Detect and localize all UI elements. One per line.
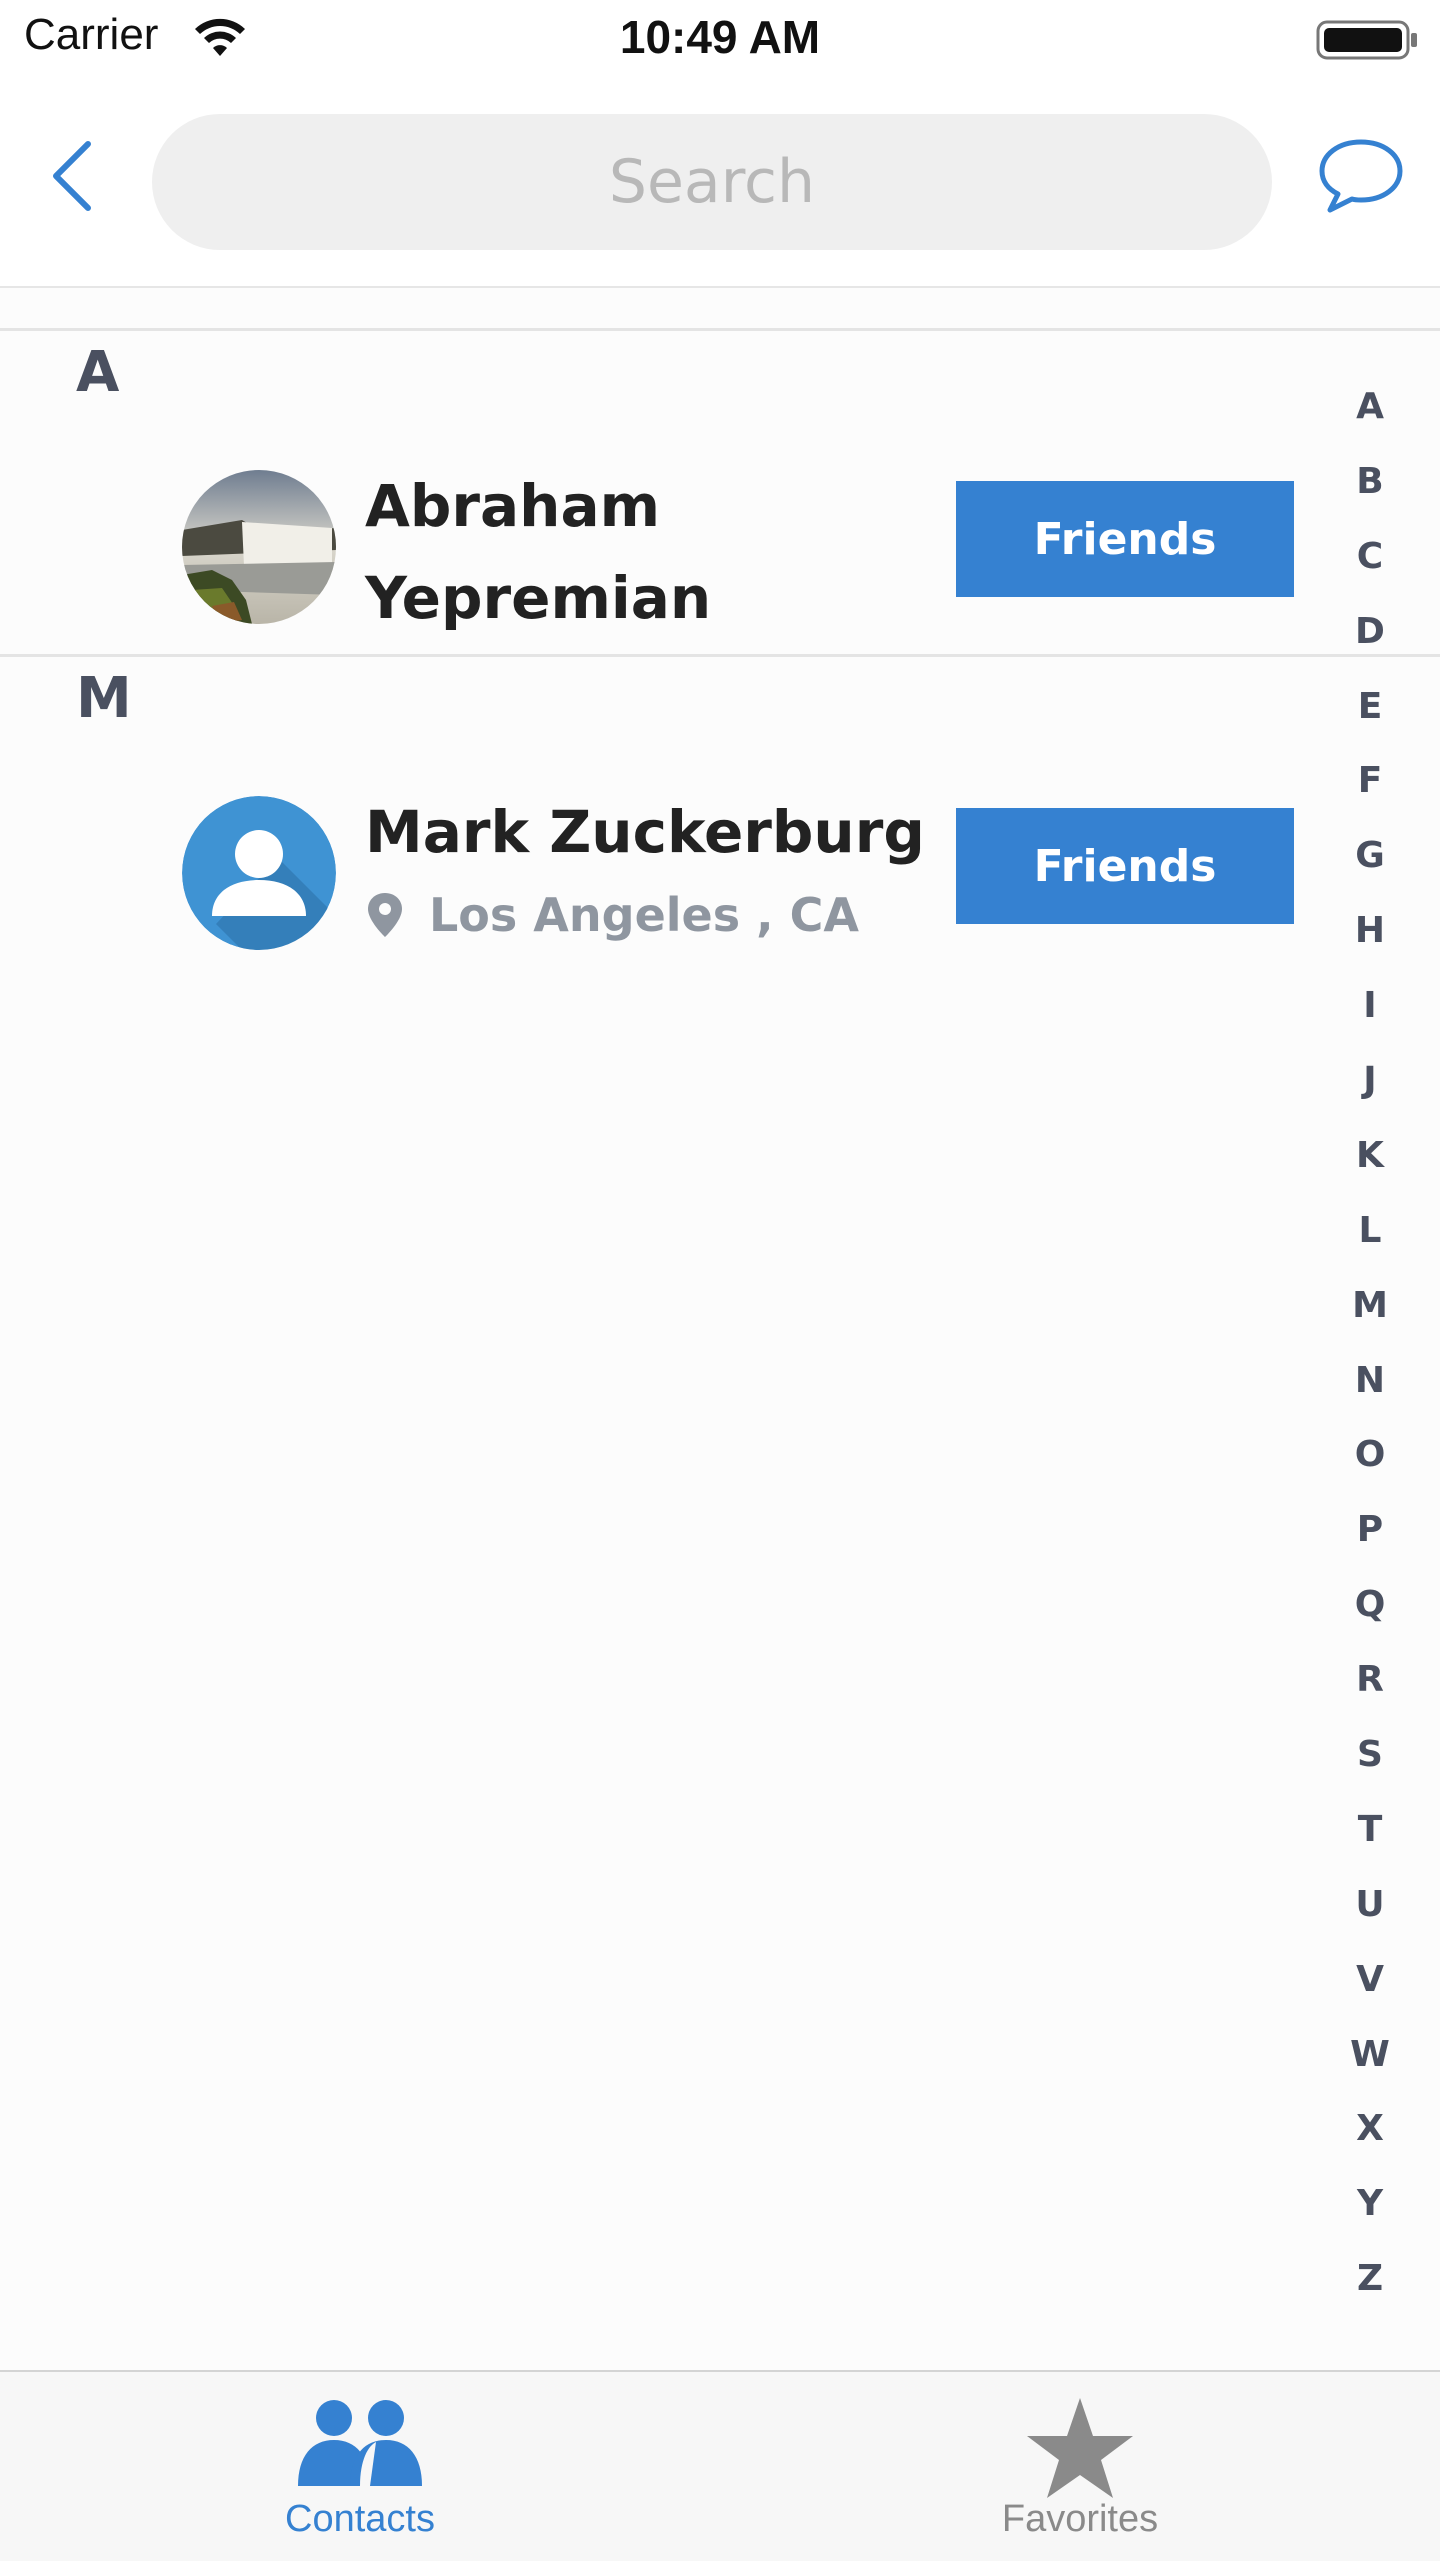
- location-pin-icon: [368, 893, 402, 937]
- divider: [0, 654, 1440, 657]
- index-letter[interactable]: P: [1357, 1493, 1383, 1568]
- index-letter[interactable]: C: [1357, 520, 1383, 595]
- tab-bar: Contacts Favorites: [0, 2370, 1440, 2561]
- index-letter[interactable]: V: [1356, 1943, 1384, 2018]
- index-letter[interactable]: A: [1356, 370, 1384, 445]
- index-letter[interactable]: Y: [1357, 2167, 1383, 2242]
- tab-contacts[interactable]: Contacts: [0, 2372, 720, 2561]
- index-letter[interactable]: J: [1363, 1044, 1376, 1119]
- section-header-m: M: [76, 666, 132, 731]
- section-header-a: A: [76, 340, 120, 405]
- index-letter[interactable]: E: [1358, 670, 1383, 745]
- index-letter[interactable]: X: [1356, 2092, 1384, 2167]
- search-placeholder: Search: [608, 147, 816, 217]
- index-letter[interactable]: K: [1356, 1119, 1384, 1194]
- contact-location: Los Angeles , CA: [365, 888, 859, 942]
- index-letter[interactable]: Q: [1355, 1568, 1386, 1643]
- person-placeholder-icon: [182, 796, 336, 950]
- avatar: [182, 796, 336, 950]
- tab-favorites[interactable]: Favorites: [720, 2372, 1440, 2561]
- index-letter[interactable]: W: [1350, 2018, 1390, 2093]
- index-letter[interactable]: I: [1363, 969, 1376, 1044]
- index-letter[interactable]: G: [1355, 819, 1385, 894]
- index-letter[interactable]: N: [1355, 1344, 1385, 1419]
- index-letter[interactable]: B: [1356, 445, 1383, 520]
- contact-name-last: Yepremian: [365, 564, 712, 632]
- index-letter[interactable]: R: [1356, 1643, 1384, 1718]
- avatar: [182, 470, 336, 624]
- contact-name-first: Abraham: [365, 472, 661, 540]
- status-time: 10:49 AM: [619, 11, 821, 63]
- search-input[interactable]: Search: [152, 114, 1272, 250]
- waterfall-photo: [182, 470, 336, 624]
- location-text: Los Angeles , CA: [429, 888, 859, 942]
- index-letter[interactable]: O: [1355, 1418, 1386, 1493]
- contacts-icon: [298, 2400, 422, 2486]
- index-letter[interactable]: H: [1355, 894, 1385, 969]
- index-letter[interactable]: D: [1355, 595, 1385, 670]
- chat-bubble-icon[interactable]: [1316, 136, 1406, 216]
- index-letter[interactable]: Z: [1357, 2242, 1383, 2317]
- contact-name: Mark Zuckerburg: [365, 798, 925, 866]
- index-letter[interactable]: L: [1359, 1194, 1382, 1269]
- divider: [0, 328, 1440, 331]
- alphabet-index[interactable]: ABCDEFGHIJKLMNOPQRSTUVWXYZ: [1330, 370, 1410, 2317]
- index-letter[interactable]: F: [1358, 744, 1383, 819]
- battery-icon: [1316, 20, 1417, 60]
- index-letter[interactable]: T: [1358, 1793, 1383, 1868]
- star-icon: [1027, 2398, 1133, 2498]
- back-chevron-icon[interactable]: [40, 136, 112, 216]
- contact-name: Abraham Yepremian: [365, 460, 711, 644]
- navigation-bar: Search: [0, 80, 1440, 288]
- friends-button[interactable]: Friends: [956, 808, 1294, 924]
- index-letter[interactable]: M: [1352, 1269, 1388, 1344]
- tab-label: Favorites: [1001, 2498, 1159, 2540]
- status-bar: Carrier 10:49 AM: [0, 0, 1440, 80]
- index-letter[interactable]: S: [1357, 1718, 1383, 1793]
- tab-label: Contacts: [285, 2498, 435, 2540]
- friends-button[interactable]: Friends: [956, 481, 1294, 597]
- index-letter[interactable]: U: [1355, 1868, 1384, 1943]
